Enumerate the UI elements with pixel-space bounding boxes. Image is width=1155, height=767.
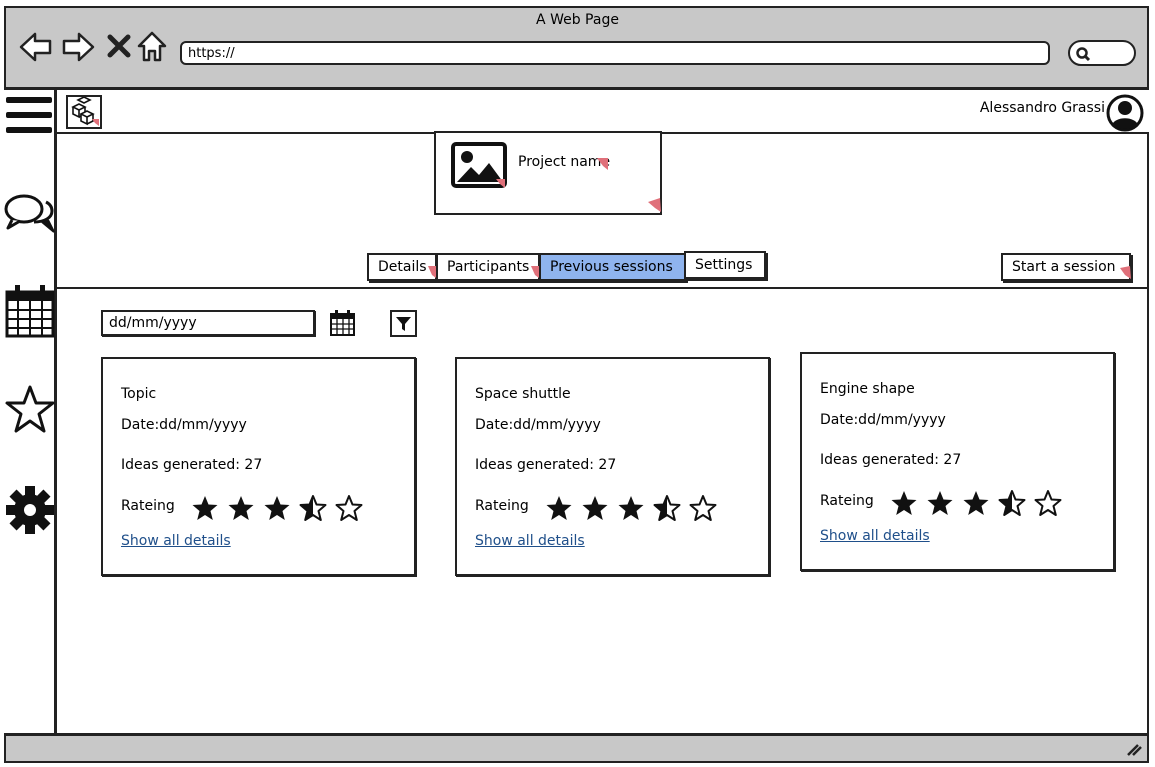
gear-icon[interactable] [5,485,55,535]
filter-icon [396,317,411,331]
search-icon [1076,47,1091,62]
resize-grip-icon[interactable] [1125,741,1143,757]
tab-previous-sessions[interactable]: Previous sessions [539,253,686,281]
star-full-icon [192,496,218,520]
calendar-icon[interactable] [5,284,55,338]
star-icon[interactable] [4,384,56,436]
date-filter-input[interactable]: dd/mm/yyyy [101,310,315,336]
filter-button[interactable] [390,310,417,337]
star-half-icon [998,490,1026,516]
tab-participants[interactable]: Participants [436,253,540,281]
session-date: Date:dd/mm/yyyy [820,412,946,428]
marker-icon [428,266,436,278]
star-empty-icon [335,495,363,521]
session-card: Space shuttle Date:dd/mm/yyyy Ideas genera… [455,357,770,576]
session-topic: Engine shape [820,381,915,397]
star-empty-icon [689,495,717,521]
tab-settings[interactable]: Settings [684,251,766,279]
rating-stars [545,494,717,522]
rating-label: Rateing [121,498,175,514]
forward-arrow-icon[interactable] [60,30,96,64]
content-divider [57,287,1149,289]
rating-label: Rateing [475,498,529,514]
close-x-icon[interactable] [106,33,132,59]
show-details-link[interactable]: Show all details [475,533,585,549]
show-details-link[interactable]: Show all details [820,528,930,544]
star-full-icon [546,496,572,520]
star-full-icon [228,496,254,520]
window-title: A Web Page [536,12,619,28]
back-arrow-icon[interactable] [18,30,54,64]
session-topic: Topic [121,386,157,402]
url-bar[interactable]: https:// [180,41,1050,65]
marker-icon [1120,266,1131,279]
home-icon[interactable] [136,30,168,64]
star-half-icon [653,495,681,521]
session-card: Engine shape Date:dd/mm/yyyy Ideas generat… [800,352,1115,571]
star-full-icon [618,496,644,520]
star-full-icon [264,496,290,520]
marker-icon [597,158,608,170]
image-icon [451,142,507,188]
rating-stars [191,494,363,522]
star-half-icon [299,495,327,521]
rating-stars [890,489,1062,517]
session-date: Date:dd/mm/yyyy [121,417,247,433]
session-ideas-count: Ideas generated: 27 [475,457,617,473]
show-details-link[interactable]: Show all details [121,533,231,549]
star-full-icon [963,491,989,515]
browser-status-bar [4,733,1149,763]
marker-icon [531,266,539,278]
marker-icon [648,198,661,212]
app-logo[interactable] [66,95,102,129]
session-card: Topic Date:dd/mm/yyyy Ideas generated: 27 R… [101,357,416,576]
star-full-icon [891,491,917,515]
rating-label: Rateing [820,493,874,509]
user-name: Alessandro Grassi [979,100,1105,116]
chat-icon[interactable] [4,192,56,240]
session-ideas-count: Ideas generated: 27 [820,452,962,468]
session-ideas-count: Ideas generated: 27 [121,457,263,473]
user-avatar-icon[interactable] [1105,94,1145,132]
browser-search-field[interactable] [1068,40,1136,66]
star-empty-icon [1034,490,1062,516]
session-topic: Space shuttle [475,386,571,402]
cubes-logo-icon [71,96,99,126]
menu-icon[interactable] [6,95,54,137]
star-full-icon [582,496,608,520]
calendar-picker-icon[interactable] [329,309,357,337]
start-session-button[interactable]: Start a session [1001,253,1131,281]
star-full-icon [927,491,953,515]
session-date: Date:dd/mm/yyyy [475,417,601,433]
tab-details[interactable]: Details [367,253,437,281]
